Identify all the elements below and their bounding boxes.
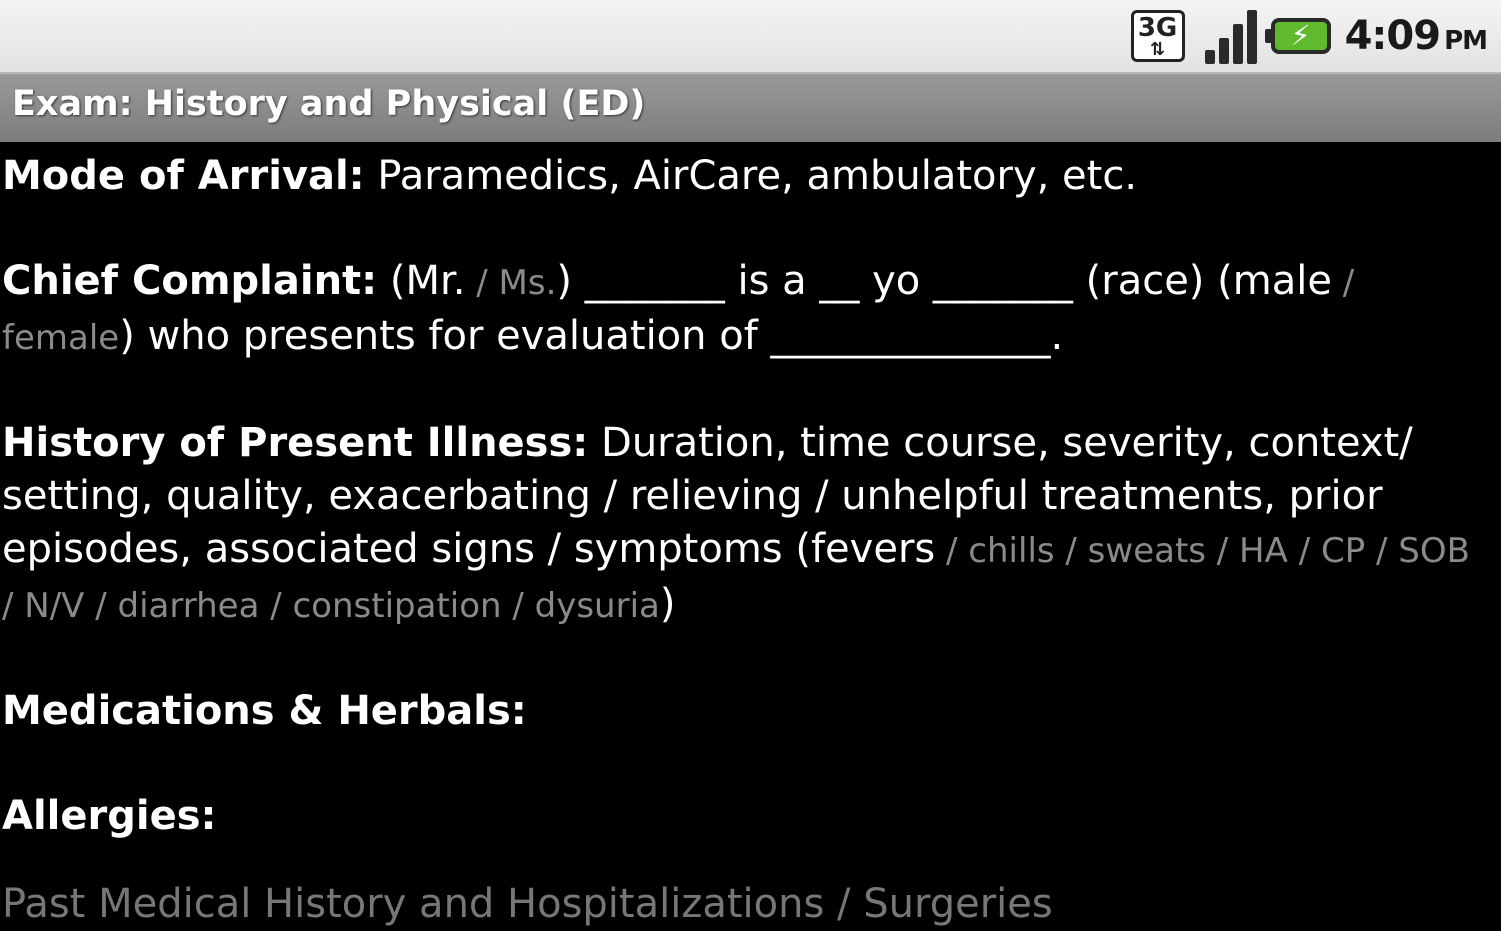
battery-charging-icon: ⚡ — [1264, 18, 1331, 54]
allergies-label: Allergies: — [2, 793, 217, 839]
hpi-close: ) — [659, 581, 676, 627]
mode-of-arrival-label: Mode of Arrival: — [2, 153, 365, 199]
exam-template-content[interactable]: Mode of Arrival: Paramedics, AirCare, am… — [2, 150, 1492, 895]
page-title: Exam: History and Physical (ED) — [12, 84, 646, 124]
hpi-section: History of Present Illness: Duration, ti… — [2, 417, 1492, 633]
chief-complaint-section: Chief Complaint: (Mr. / Ms.) _______ is … — [2, 255, 1492, 365]
3g-data-icon: 3G ⇅ — [1130, 6, 1191, 66]
hpi-label: History of Present Illness: — [2, 420, 589, 466]
chief-complaint-text-1: (Mr. — [377, 258, 466, 304]
lightning-bolt-icon: ⚡ — [1290, 19, 1311, 52]
title-bar: Exam: History and Physical (ED) — [0, 72, 1501, 142]
partially-visible-line: Past Medical History and Hospitalization… — [2, 881, 1053, 927]
data-activity-arrows-icon: ⇅ — [1150, 39, 1166, 60]
status-bar: 3G ⇅ ⚡ 4:09 PM — [0, 0, 1501, 72]
medications-label: Medications & Herbals: — [2, 688, 527, 734]
chief-complaint-label: Chief Complaint: — [2, 258, 378, 304]
status-icons: 3G ⇅ ⚡ 4:09 PM — [1130, 0, 1488, 72]
clock-ampm: PM — [1444, 26, 1488, 56]
mode-of-arrival-text: Paramedics, AirCare, ambulatory, etc. — [364, 153, 1138, 199]
mode-of-arrival-section: Mode of Arrival: Paramedics, AirCare, am… — [2, 150, 1492, 203]
chief-complaint-text-3: ) who presents for evaluation of _______… — [119, 313, 1064, 359]
allergies-section: Allergies: — [2, 790, 1492, 843]
chief-complaint-option-ms: / Ms. — [465, 263, 557, 303]
medications-section: Medications & Herbals: — [2, 685, 1492, 738]
chief-complaint-text-2: ) _______ is a __ yo _______ (race) (mal… — [556, 258, 1332, 304]
clock-time: 4:09 — [1344, 13, 1441, 59]
status-clock: 4:09 PM — [1344, 13, 1488, 59]
signal-strength-icon — [1204, 8, 1257, 64]
